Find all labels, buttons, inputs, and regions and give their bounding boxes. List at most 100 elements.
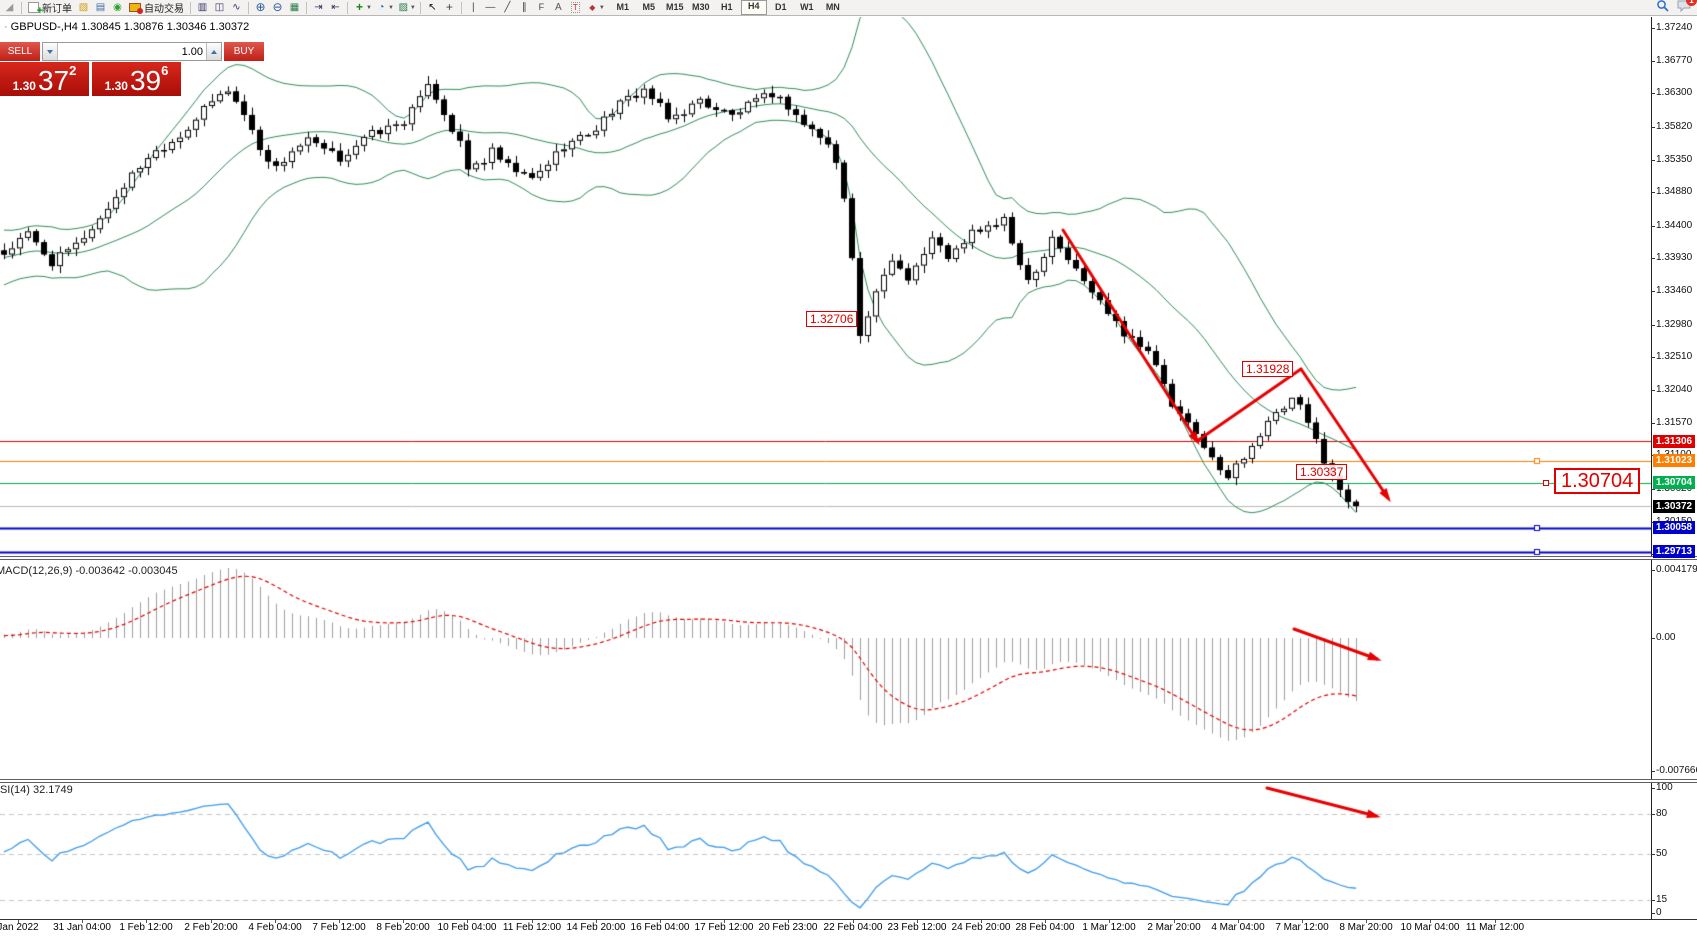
volume-stepper (42, 42, 222, 61)
price-tick-label: 1.32980 (1656, 319, 1692, 330)
arrows-icon[interactable]: ▼ (584, 0, 606, 15)
volume-increase-button[interactable] (206, 43, 221, 60)
toolbar-separator (420, 2, 421, 14)
main-macd-separator[interactable] (0, 556, 1697, 560)
line-chart-icon (229, 1, 244, 14)
price-tick-mark (1651, 127, 1655, 128)
dropdown-arrow-icon: ▼ (366, 5, 372, 11)
rsi-tick-mark (1651, 913, 1655, 914)
sell-price-big: 37 (38, 67, 69, 95)
timeframe-h4[interactable]: H4 (741, 0, 767, 15)
macd-rsi-separator[interactable] (0, 779, 1697, 783)
volume-input[interactable] (58, 43, 206, 60)
dropdown-arrow-icon: ▼ (410, 5, 416, 11)
add-indicator-icon[interactable]: ▼ (351, 0, 373, 15)
timeframe-h1[interactable]: H1 (715, 1, 739, 14)
tile-windows-icon[interactable] (286, 0, 303, 15)
timeframe-m5[interactable]: M5 (637, 1, 661, 14)
price-level-badge: 1.31306 (1653, 435, 1695, 448)
search-icon[interactable] (1656, 0, 1669, 17)
tile-windows-icon (287, 1, 302, 14)
horizontal-line-icon[interactable] (482, 0, 499, 15)
templates-icon[interactable]: ▼ (395, 0, 417, 15)
horizontal-line-icon (483, 1, 498, 14)
chart-icon: · (4, 21, 8, 33)
auto-trading-button[interactable]: 自动交易 (126, 0, 187, 15)
timeframe-mn[interactable]: MN (821, 1, 845, 14)
price-annotation: 1.31928 (1242, 361, 1293, 377)
market-watch-icon (76, 1, 91, 14)
toolbar-right-group: 1 (1656, 0, 1697, 17)
bar-chart-icon[interactable] (194, 0, 211, 15)
time-axis-label: 7 Mar 12:00 (1275, 922, 1328, 933)
text-label-icon[interactable] (567, 0, 584, 15)
one-click-top-row: SELL BUY (0, 42, 184, 61)
timeframe-m15[interactable]: M15 (663, 1, 687, 14)
line-chart-icon[interactable] (228, 0, 245, 15)
one-click-price-row: 1.30 37 2 1.30 39 6 (0, 62, 184, 96)
clipped-icon[interactable] (1, 0, 18, 15)
vertical-line-icon[interactable] (465, 0, 482, 15)
chart-shift-icon[interactable] (327, 0, 344, 15)
market-watch-icon[interactable] (75, 0, 92, 15)
buy-price-big: 39 (130, 67, 161, 95)
price-tick-label: 1.36300 (1656, 87, 1692, 98)
timeframe-w1[interactable]: W1 (795, 1, 819, 14)
signals-icon[interactable] (109, 0, 126, 15)
channel-icon[interactable] (516, 0, 533, 15)
templates-icon (396, 1, 411, 14)
notifications-icon[interactable]: 1 (1677, 0, 1691, 17)
buy-button[interactable]: BUY (224, 42, 264, 61)
macd-axis-label: 0.00 (1656, 632, 1675, 643)
fibonacci-icon[interactable] (533, 0, 550, 15)
price-tick-mark (1651, 325, 1655, 326)
periods-icon[interactable]: ▼ (373, 0, 395, 15)
cursor-icon[interactable] (424, 0, 441, 15)
time-axis-label: 2 Feb 20:00 (184, 922, 237, 933)
time-axis-label: 20 Feb 23:00 (759, 922, 818, 933)
volume-decrease-button[interactable] (43, 43, 58, 60)
bar-chart-icon (195, 1, 210, 14)
dropdown-arrow-icon: ▼ (388, 5, 394, 11)
timeframe-d1[interactable]: D1 (769, 1, 793, 14)
time-axis-label: 16 Feb 04:00 (631, 922, 690, 933)
price-tick-label: 1.34880 (1656, 186, 1692, 197)
chart-window-icon[interactable] (92, 0, 109, 15)
toolbar: 新订单 自动交易 ▼ ▼ ▼ ▼ M1M5M15M30H1H4D1W1MN 1 (0, 0, 1697, 16)
macd-tick-mark (1651, 570, 1655, 571)
time-axis-label: 4 Feb 04:00 (248, 922, 301, 933)
price-tick-mark (1651, 357, 1655, 358)
price-annotation: 1.30704 (1554, 468, 1640, 494)
text-icon[interactable] (550, 0, 567, 15)
buy-price-display[interactable]: 1.30 39 6 (92, 62, 181, 96)
time-axis-line (0, 919, 1697, 920)
zoom-in-icon[interactable] (252, 0, 269, 15)
text-icon (551, 1, 566, 14)
new-order-button[interactable]: 新订单 (25, 0, 75, 15)
trendline-icon (500, 1, 515, 14)
sell-button[interactable]: SELL (0, 42, 40, 61)
chart-shift-icon (328, 1, 343, 14)
trendline-icon[interactable] (499, 0, 516, 15)
one-click-trading-panel: SELL BUY 1.30 37 2 1.30 39 6 (0, 42, 184, 96)
price-tick-mark (1651, 291, 1655, 292)
time-axis-label: 8 Mar 20:00 (1339, 922, 1392, 933)
timeframe-m30[interactable]: M30 (689, 1, 713, 14)
text-label-icon (568, 1, 583, 14)
auto-scroll-icon[interactable] (310, 0, 327, 15)
trendline-handle[interactable] (1543, 480, 1549, 486)
time-axis-label: 17 Feb 12:00 (695, 922, 754, 933)
candlestick-chart-icon[interactable] (211, 0, 228, 15)
cursor-icon (425, 1, 440, 14)
sell-price-display[interactable]: 1.30 37 2 (0, 62, 89, 96)
price-tick-mark (1651, 93, 1655, 94)
zoom-out-icon[interactable] (269, 0, 286, 15)
price-tick-mark (1651, 423, 1655, 424)
clipped-icon (2, 1, 17, 14)
time-axis-label: 8 Feb 20:00 (376, 922, 429, 933)
crosshair-icon[interactable] (441, 0, 458, 15)
timeframe-m1[interactable]: M1 (611, 1, 635, 14)
rsi-axis-label: 50 (1656, 848, 1667, 859)
chart-canvas[interactable] (0, 17, 1651, 920)
price-tick-label: 1.35350 (1656, 154, 1692, 165)
